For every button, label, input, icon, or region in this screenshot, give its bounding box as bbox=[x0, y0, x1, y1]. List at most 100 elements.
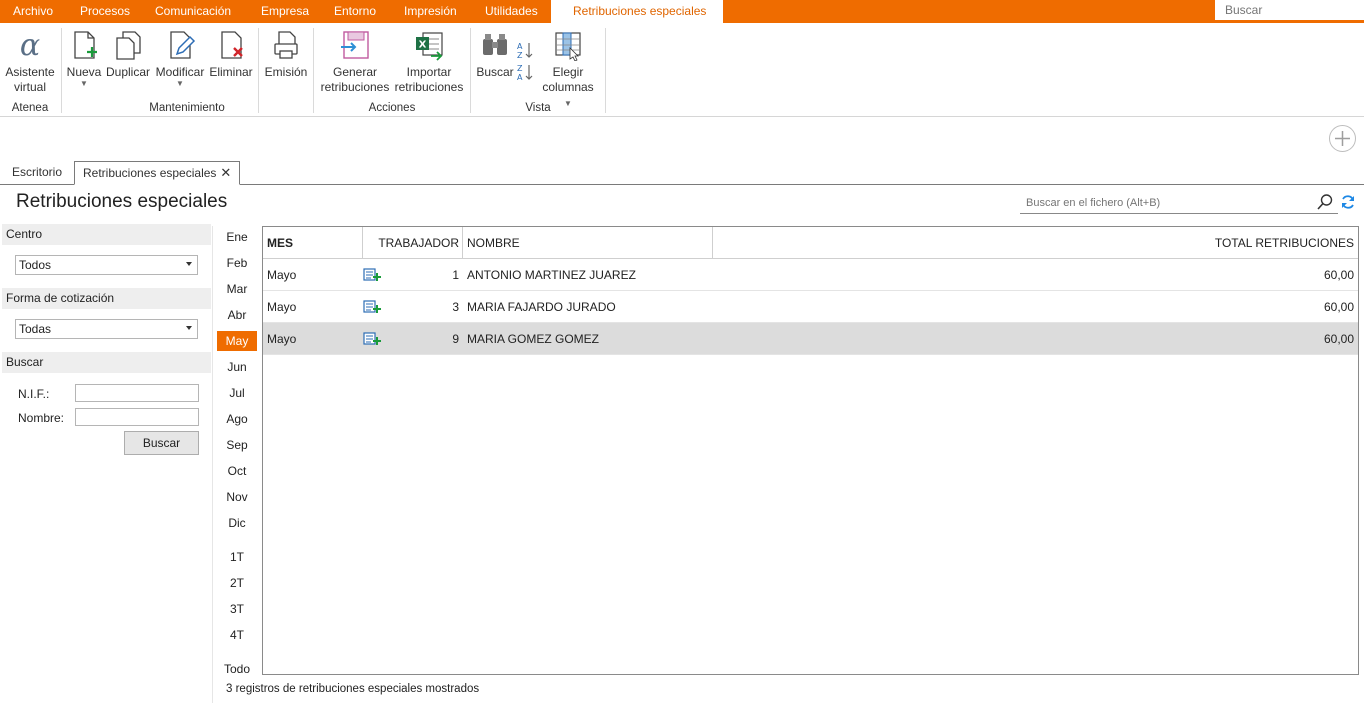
month-item-oct[interactable]: Oct bbox=[217, 461, 257, 481]
tab-retribuciones-especiales[interactable]: Retribuciones especiales ✕ bbox=[74, 161, 241, 185]
col-trabajador-header[interactable]: TRABAJADOR bbox=[363, 227, 459, 259]
menu-impresion[interactable]: Impresión bbox=[392, 0, 469, 23]
month-item-feb[interactable]: Feb bbox=[217, 253, 257, 273]
centro-select[interactable]: Todos bbox=[15, 255, 198, 275]
table-row[interactable]: Mayo 1 ANTONIO MARTINEZ JUAREZ 60,00 bbox=[263, 259, 1358, 291]
col-total-header[interactable]: TOTAL RETRIBUCIONES bbox=[1215, 227, 1354, 259]
group-acciones: Acciones bbox=[368, 102, 416, 114]
search-icon[interactable] bbox=[1316, 193, 1334, 211]
duplicate-icon bbox=[116, 31, 141, 60]
month-item-nov[interactable]: Nov bbox=[217, 487, 257, 507]
importar-retribuciones-button[interactable]: X Importar retribuciones bbox=[393, 29, 465, 95]
month-item-2t[interactable]: 2T bbox=[217, 573, 257, 593]
asistente-virtual-button[interactable]: α Asistente virtual bbox=[4, 29, 56, 95]
emision-button[interactable]: Emisión bbox=[264, 29, 308, 80]
centro-header: Centro bbox=[2, 224, 211, 245]
chevron-down-icon: ▼ bbox=[80, 79, 88, 88]
svg-text:α: α bbox=[20, 29, 40, 61]
forma-cotizacion-select[interactable]: Todas bbox=[15, 319, 198, 339]
menu-utilidades[interactable]: Utilidades bbox=[473, 0, 550, 23]
buscar-button[interactable]: Buscar bbox=[124, 431, 199, 455]
month-item-4t[interactable]: 4T bbox=[217, 625, 257, 645]
importar-label: Importar retribuciones bbox=[394, 65, 464, 94]
col-nombre-header[interactable]: NOMBRE bbox=[467, 227, 520, 259]
month-item-ago[interactable]: Ago bbox=[217, 409, 257, 429]
group-separator bbox=[470, 28, 471, 113]
group-separator bbox=[313, 28, 314, 113]
emision-label: Emisión bbox=[264, 65, 308, 79]
group-separator bbox=[605, 28, 606, 113]
svg-text:Z: Z bbox=[517, 64, 523, 73]
group-atenea: Atenea bbox=[11, 102, 49, 114]
menu-empresa[interactable]: Empresa bbox=[249, 0, 321, 23]
generar-retribuciones-button[interactable]: Generar retribuciones bbox=[319, 29, 391, 95]
eliminar-button[interactable]: Eliminar bbox=[209, 29, 253, 80]
columns-icon bbox=[555, 32, 581, 61]
alpha-icon: α bbox=[20, 29, 40, 61]
cell-nombre: MARIA FAJARDO JURADO bbox=[467, 300, 616, 314]
month-item-3t[interactable]: 3T bbox=[217, 599, 257, 619]
refresh-icon[interactable] bbox=[1340, 194, 1356, 210]
month-item-may[interactable]: May bbox=[217, 331, 257, 351]
modificar-label: Modificar bbox=[155, 65, 205, 79]
status-text: 3 registros de retribuciones especiales … bbox=[226, 683, 480, 695]
buscar-ribbon-button[interactable]: Buscar bbox=[476, 29, 514, 80]
modificar-button[interactable]: Modificar ▼ bbox=[154, 29, 206, 88]
chevron-down-icon bbox=[186, 326, 192, 330]
cell-mes: Mayo bbox=[267, 268, 297, 282]
cell-nombre: MARIA GOMEZ GOMEZ bbox=[467, 332, 600, 346]
generate-icon bbox=[341, 31, 369, 59]
top-search-input[interactable] bbox=[1215, 0, 1364, 20]
menu-retribuciones-especiales[interactable]: Retribuciones especiales bbox=[551, 0, 723, 23]
cell-trabajador: 1 bbox=[452, 268, 459, 282]
menu-comunicacion[interactable]: Comunicación bbox=[143, 0, 243, 23]
month-item-ene[interactable]: Ene bbox=[217, 227, 257, 247]
retribuciones-grid: MES TRABAJADOR NOMBRE TOTAL RETRIBUCIONE… bbox=[262, 226, 1359, 675]
month-item-dic[interactable]: Dic bbox=[217, 513, 257, 533]
forma-select-value: Todas bbox=[19, 322, 52, 336]
elegir-columnas-button[interactable]: Elegir columnas ▼ bbox=[537, 29, 599, 111]
menu-entorno[interactable]: Entorno bbox=[322, 0, 388, 23]
sort-ascending-icon[interactable]: A Z bbox=[515, 41, 535, 59]
col-mes-header[interactable]: MES bbox=[267, 227, 293, 259]
new-document-icon bbox=[74, 31, 97, 59]
group-separator bbox=[61, 28, 62, 113]
nueva-button[interactable]: Nueva ▼ bbox=[66, 29, 102, 88]
chevron-down-icon bbox=[186, 262, 192, 266]
month-item-sep[interactable]: Sep bbox=[217, 435, 257, 455]
month-item-mar[interactable]: Mar bbox=[217, 279, 257, 299]
file-search-input[interactable] bbox=[1020, 192, 1338, 214]
panel-divider bbox=[212, 226, 213, 703]
svg-text:X: X bbox=[419, 40, 427, 51]
svg-text:A: A bbox=[517, 42, 523, 51]
group-mantenimiento: Mantenimiento bbox=[149, 102, 225, 114]
nueva-label: Nueva bbox=[66, 65, 102, 79]
page-title: Retribuciones especiales bbox=[16, 191, 228, 212]
menu-archivo[interactable]: Archivo bbox=[1, 0, 65, 23]
month-item-jul[interactable]: Jul bbox=[217, 383, 257, 403]
tab-escritorio-label: Escritorio bbox=[12, 165, 63, 179]
table-row[interactable]: Mayo 3 MARIA FAJARDO JURADO 60,00 bbox=[263, 291, 1358, 323]
month-item-1t[interactable]: 1T bbox=[217, 547, 257, 567]
sort-descending-icon[interactable]: Z A bbox=[515, 63, 535, 81]
nif-label: N.I.F.: bbox=[18, 387, 50, 401]
forma-cotizacion-header: Forma de cotización bbox=[2, 288, 211, 309]
nif-input[interactable] bbox=[75, 384, 199, 402]
cell-trabajador: 9 bbox=[452, 332, 459, 346]
close-icon[interactable]: ✕ bbox=[220, 165, 231, 180]
table-row[interactable]: Mayo 9 MARIA GOMEZ GOMEZ 60,00 bbox=[263, 323, 1358, 355]
nombre-input[interactable] bbox=[75, 408, 199, 426]
add-tab-button[interactable] bbox=[1329, 125, 1356, 152]
menu-procesos[interactable]: Procesos bbox=[68, 0, 142, 23]
ribbon: α Asistente virtual Atenea Nueva ▼ Dupli… bbox=[0, 23, 1364, 117]
nombre-label: Nombre: bbox=[18, 411, 65, 425]
month-item-jun[interactable]: Jun bbox=[217, 357, 257, 377]
edit-document-icon bbox=[170, 31, 196, 59]
month-item-todo[interactable]: Todo bbox=[217, 659, 257, 679]
tab-escritorio[interactable]: Escritorio bbox=[4, 161, 70, 185]
duplicar-label: Duplicar bbox=[105, 65, 150, 79]
cell-mes: Mayo bbox=[267, 332, 297, 346]
duplicar-button[interactable]: Duplicar bbox=[105, 29, 151, 80]
chevron-down-icon: ▼ bbox=[176, 79, 184, 88]
month-item-abr[interactable]: Abr bbox=[217, 305, 257, 325]
